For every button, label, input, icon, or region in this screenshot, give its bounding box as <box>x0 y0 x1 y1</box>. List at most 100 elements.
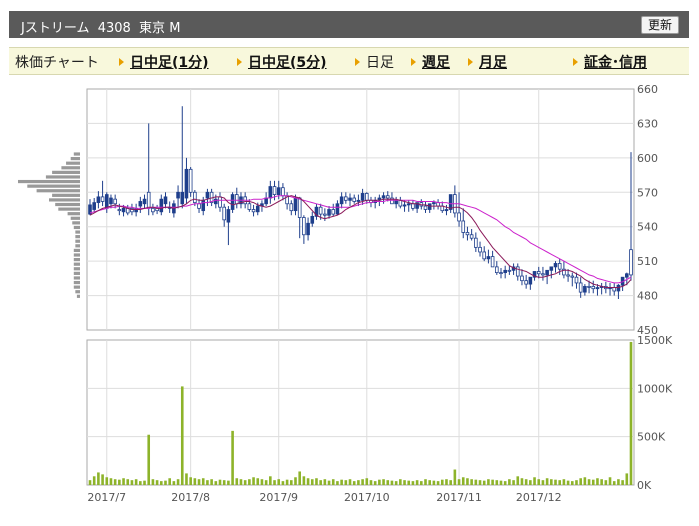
candle-body <box>625 273 629 278</box>
candle-body <box>323 213 327 216</box>
arrow-right-icon <box>573 58 578 66</box>
refresh-button[interactable]: 更新 <box>640 16 679 34</box>
candle-body <box>255 205 260 213</box>
volume-bar <box>285 479 289 485</box>
volume-profile-bar <box>73 267 80 271</box>
volume-bar <box>432 480 436 485</box>
volume-bar <box>537 479 541 485</box>
volume-bar <box>139 481 142 485</box>
volume-bar <box>436 481 440 485</box>
volume-bar <box>545 478 549 485</box>
volume-profile-bar <box>73 271 80 275</box>
candle-body <box>482 251 487 260</box>
volume-bar <box>210 479 213 485</box>
candle-body <box>339 196 344 205</box>
volume-bar <box>491 479 494 485</box>
volume-profile-bar <box>67 212 80 216</box>
candle-body <box>486 256 491 260</box>
volume-bar <box>197 479 201 485</box>
volume-bar <box>529 480 532 485</box>
volume-bar <box>508 479 511 485</box>
candle-body <box>553 263 558 268</box>
candle-body <box>474 237 478 248</box>
volume-bar <box>461 477 465 485</box>
volume-bar <box>503 481 507 485</box>
candle-body <box>138 201 143 207</box>
volume-bar <box>365 478 369 485</box>
volume-bar <box>189 477 192 485</box>
candle-body <box>318 206 323 215</box>
volume-bar <box>411 481 415 485</box>
candle-body <box>344 196 348 201</box>
volume-bar <box>168 478 171 485</box>
nav-link-margin[interactable]: 証金･信用 <box>573 52 647 72</box>
volume-bar <box>600 479 603 485</box>
volume-bar <box>201 478 205 485</box>
volume-bar <box>457 479 461 485</box>
volume-bar <box>130 480 134 485</box>
stock-chart: 4504805105405706006306600K500K1000K1500K… <box>18 83 673 504</box>
volume-bar <box>147 434 151 485</box>
volume-bar <box>394 481 398 485</box>
volume-bar <box>445 479 448 485</box>
volume-bar <box>625 473 629 485</box>
nav-link-monthly[interactable]: 月足 <box>468 52 507 72</box>
candle-body <box>159 198 164 213</box>
candle-body <box>364 193 369 201</box>
candle-body <box>348 197 352 201</box>
volume-bar <box>222 480 226 485</box>
volume-bar <box>227 480 230 485</box>
volume-bar <box>180 386 184 485</box>
candle-body <box>385 195 390 199</box>
volume-bar <box>172 481 176 485</box>
volume-bar <box>348 479 352 485</box>
candle-body <box>360 193 365 201</box>
volume-profile <box>18 152 80 298</box>
candle-body <box>494 266 499 274</box>
volume-bar <box>604 480 608 485</box>
candle-body <box>520 275 524 282</box>
candle-body <box>352 197 357 202</box>
volume-bar <box>466 478 469 485</box>
volume-bar <box>386 480 390 485</box>
candle-body <box>184 168 189 199</box>
candle-body <box>356 199 361 202</box>
nav-link-weekly[interactable]: 週足 <box>411 52 450 72</box>
volume-bar <box>474 479 478 485</box>
candle-body <box>230 194 235 210</box>
volume-bar <box>264 480 268 485</box>
volume-bar <box>331 479 335 485</box>
date-tick-label: 2017/11 <box>436 491 482 504</box>
volume-bar <box>596 478 599 485</box>
candle-body <box>218 196 222 208</box>
header-bar: Jストリーム 4308 東京 M 更新 <box>9 11 689 38</box>
candle-body <box>180 191 185 205</box>
candle-body <box>528 276 533 285</box>
nav-link-intraday-1min[interactable]: 日中足(1分) <box>119 52 209 72</box>
volume-profile-bar <box>61 166 80 170</box>
candle-body <box>381 195 386 199</box>
volume-bar <box>399 479 402 485</box>
candle-body <box>234 194 239 205</box>
volume-bar <box>248 479 251 485</box>
candle-body <box>176 191 180 199</box>
date-tick-label: 2017/9 <box>259 491 298 504</box>
volume-bar <box>629 341 633 485</box>
arrow-right-icon <box>237 58 242 66</box>
candle-body <box>92 202 96 210</box>
volume-bar <box>118 479 121 485</box>
candle-body <box>306 222 310 236</box>
volume-bar <box>327 480 331 485</box>
volume-profile-bar <box>73 285 80 289</box>
candle-body <box>587 285 591 288</box>
candle-body <box>205 191 210 199</box>
nav-link-intraday-5min[interactable]: 日中足(5分) <box>237 52 327 72</box>
candle-body <box>507 269 512 272</box>
volume-bar <box>612 481 616 485</box>
volume-bar <box>92 476 96 485</box>
candle-body <box>297 197 302 218</box>
candle-body <box>461 220 466 233</box>
volume-profile-bar <box>18 179 80 184</box>
volume-profile-bar <box>70 216 80 220</box>
candle-body <box>251 209 256 213</box>
